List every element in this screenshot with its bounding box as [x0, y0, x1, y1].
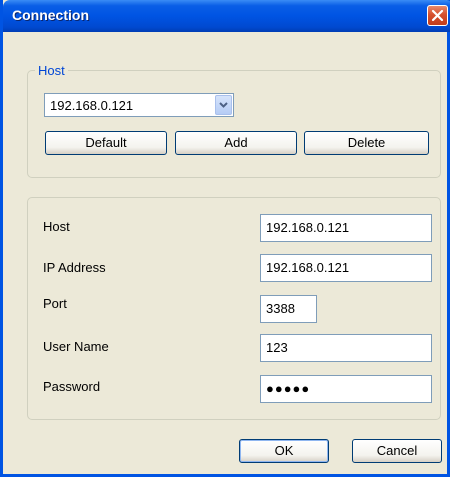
host-combobox[interactable]: 192.168.0.121	[44, 93, 234, 117]
title-bar[interactable]: Connection	[3, 0, 450, 32]
close-button[interactable]	[427, 5, 448, 26]
close-icon	[431, 9, 444, 22]
password-label: Password	[43, 379, 101, 394]
cancel-button[interactable]: Cancel	[352, 439, 442, 463]
ip-address-field[interactable]: 192.168.0.121	[260, 254, 432, 282]
password-field[interactable]: ●●●●●	[260, 375, 432, 403]
delete-button[interactable]: Delete	[304, 131, 429, 155]
host-label: Host	[43, 219, 70, 234]
ok-button[interactable]: OK	[239, 439, 329, 463]
host-combobox-value: 192.168.0.121	[50, 98, 134, 113]
port-label: Port	[43, 296, 67, 311]
user-name-field[interactable]: 123	[260, 334, 432, 362]
connection-dialog: Connection Host 192.168.0.121 Default Ad…	[0, 0, 450, 477]
host-group-legend: Host	[35, 63, 68, 78]
port-field[interactable]: 3388	[260, 295, 317, 323]
chevron-down-icon	[219, 102, 228, 108]
combobox-dropdown-button[interactable]	[215, 95, 232, 115]
window-title: Connection	[12, 7, 89, 23]
add-button[interactable]: Add	[175, 131, 297, 155]
ip-address-label: IP Address	[43, 260, 106, 275]
host-field[interactable]: 192.168.0.121	[260, 214, 432, 242]
default-button[interactable]: Default	[45, 131, 167, 155]
host-groupbox	[27, 70, 441, 178]
user-name-label: User Name	[43, 339, 109, 354]
